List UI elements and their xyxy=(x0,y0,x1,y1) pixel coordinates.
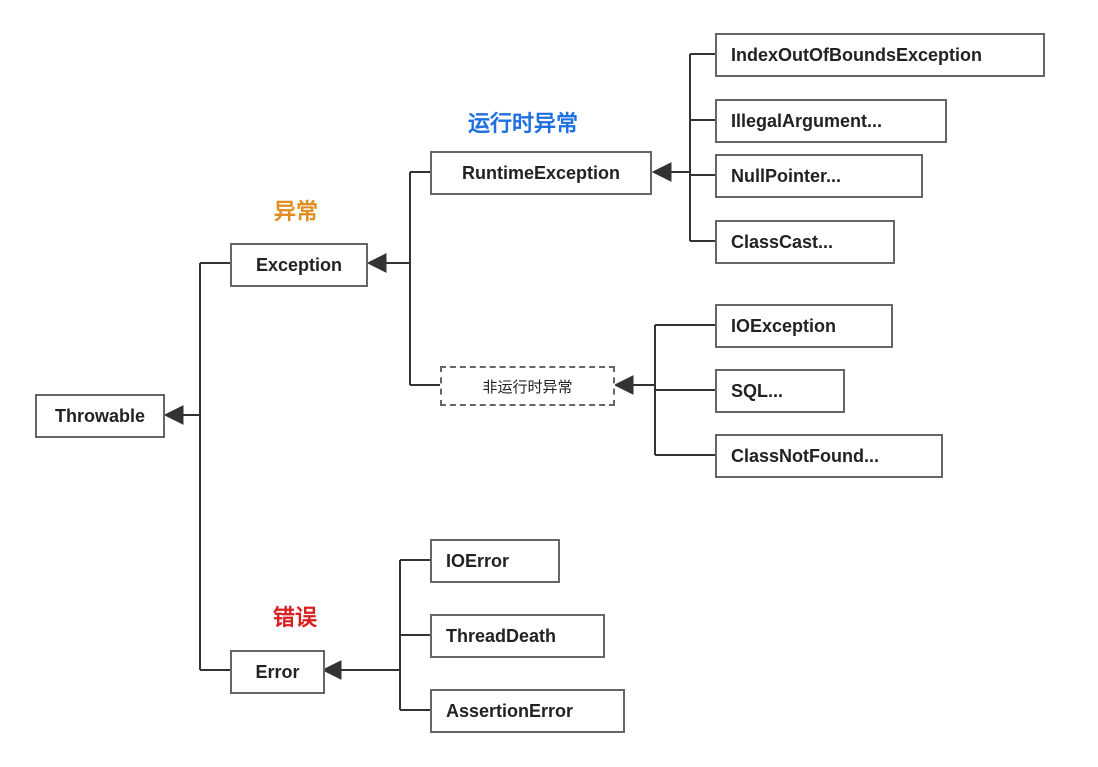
label-exception: 异常 xyxy=(274,194,318,226)
node-classnotfound: ClassNotFound... xyxy=(715,434,943,478)
node-error: Error xyxy=(230,650,325,694)
node-threaddeath: ThreadDeath xyxy=(430,614,605,658)
node-sql: SQL... xyxy=(715,369,845,413)
node-runtime-exception: RuntimeException xyxy=(430,151,652,195)
label-error: 错误 xyxy=(273,600,317,632)
diagram-canvas: 运行时异常 异常 错误 Throwable Exception Error Ru… xyxy=(0,0,1098,767)
node-non-runtime: 非运行时异常 xyxy=(440,366,615,406)
node-exception: Exception xyxy=(230,243,368,287)
node-throwable: Throwable xyxy=(35,394,165,438)
node-nullpointer: NullPointer... xyxy=(715,154,923,198)
node-classcast: ClassCast... xyxy=(715,220,895,264)
node-ioobe: IndexOutOfBoundsException xyxy=(715,33,1045,77)
node-assertionerror: AssertionError xyxy=(430,689,625,733)
node-ioexception: IOException xyxy=(715,304,893,348)
node-ioerror: IOError xyxy=(430,539,560,583)
label-runtime: 运行时异常 xyxy=(468,106,578,138)
node-illegal-argument: IllegalArgument... xyxy=(715,99,947,143)
